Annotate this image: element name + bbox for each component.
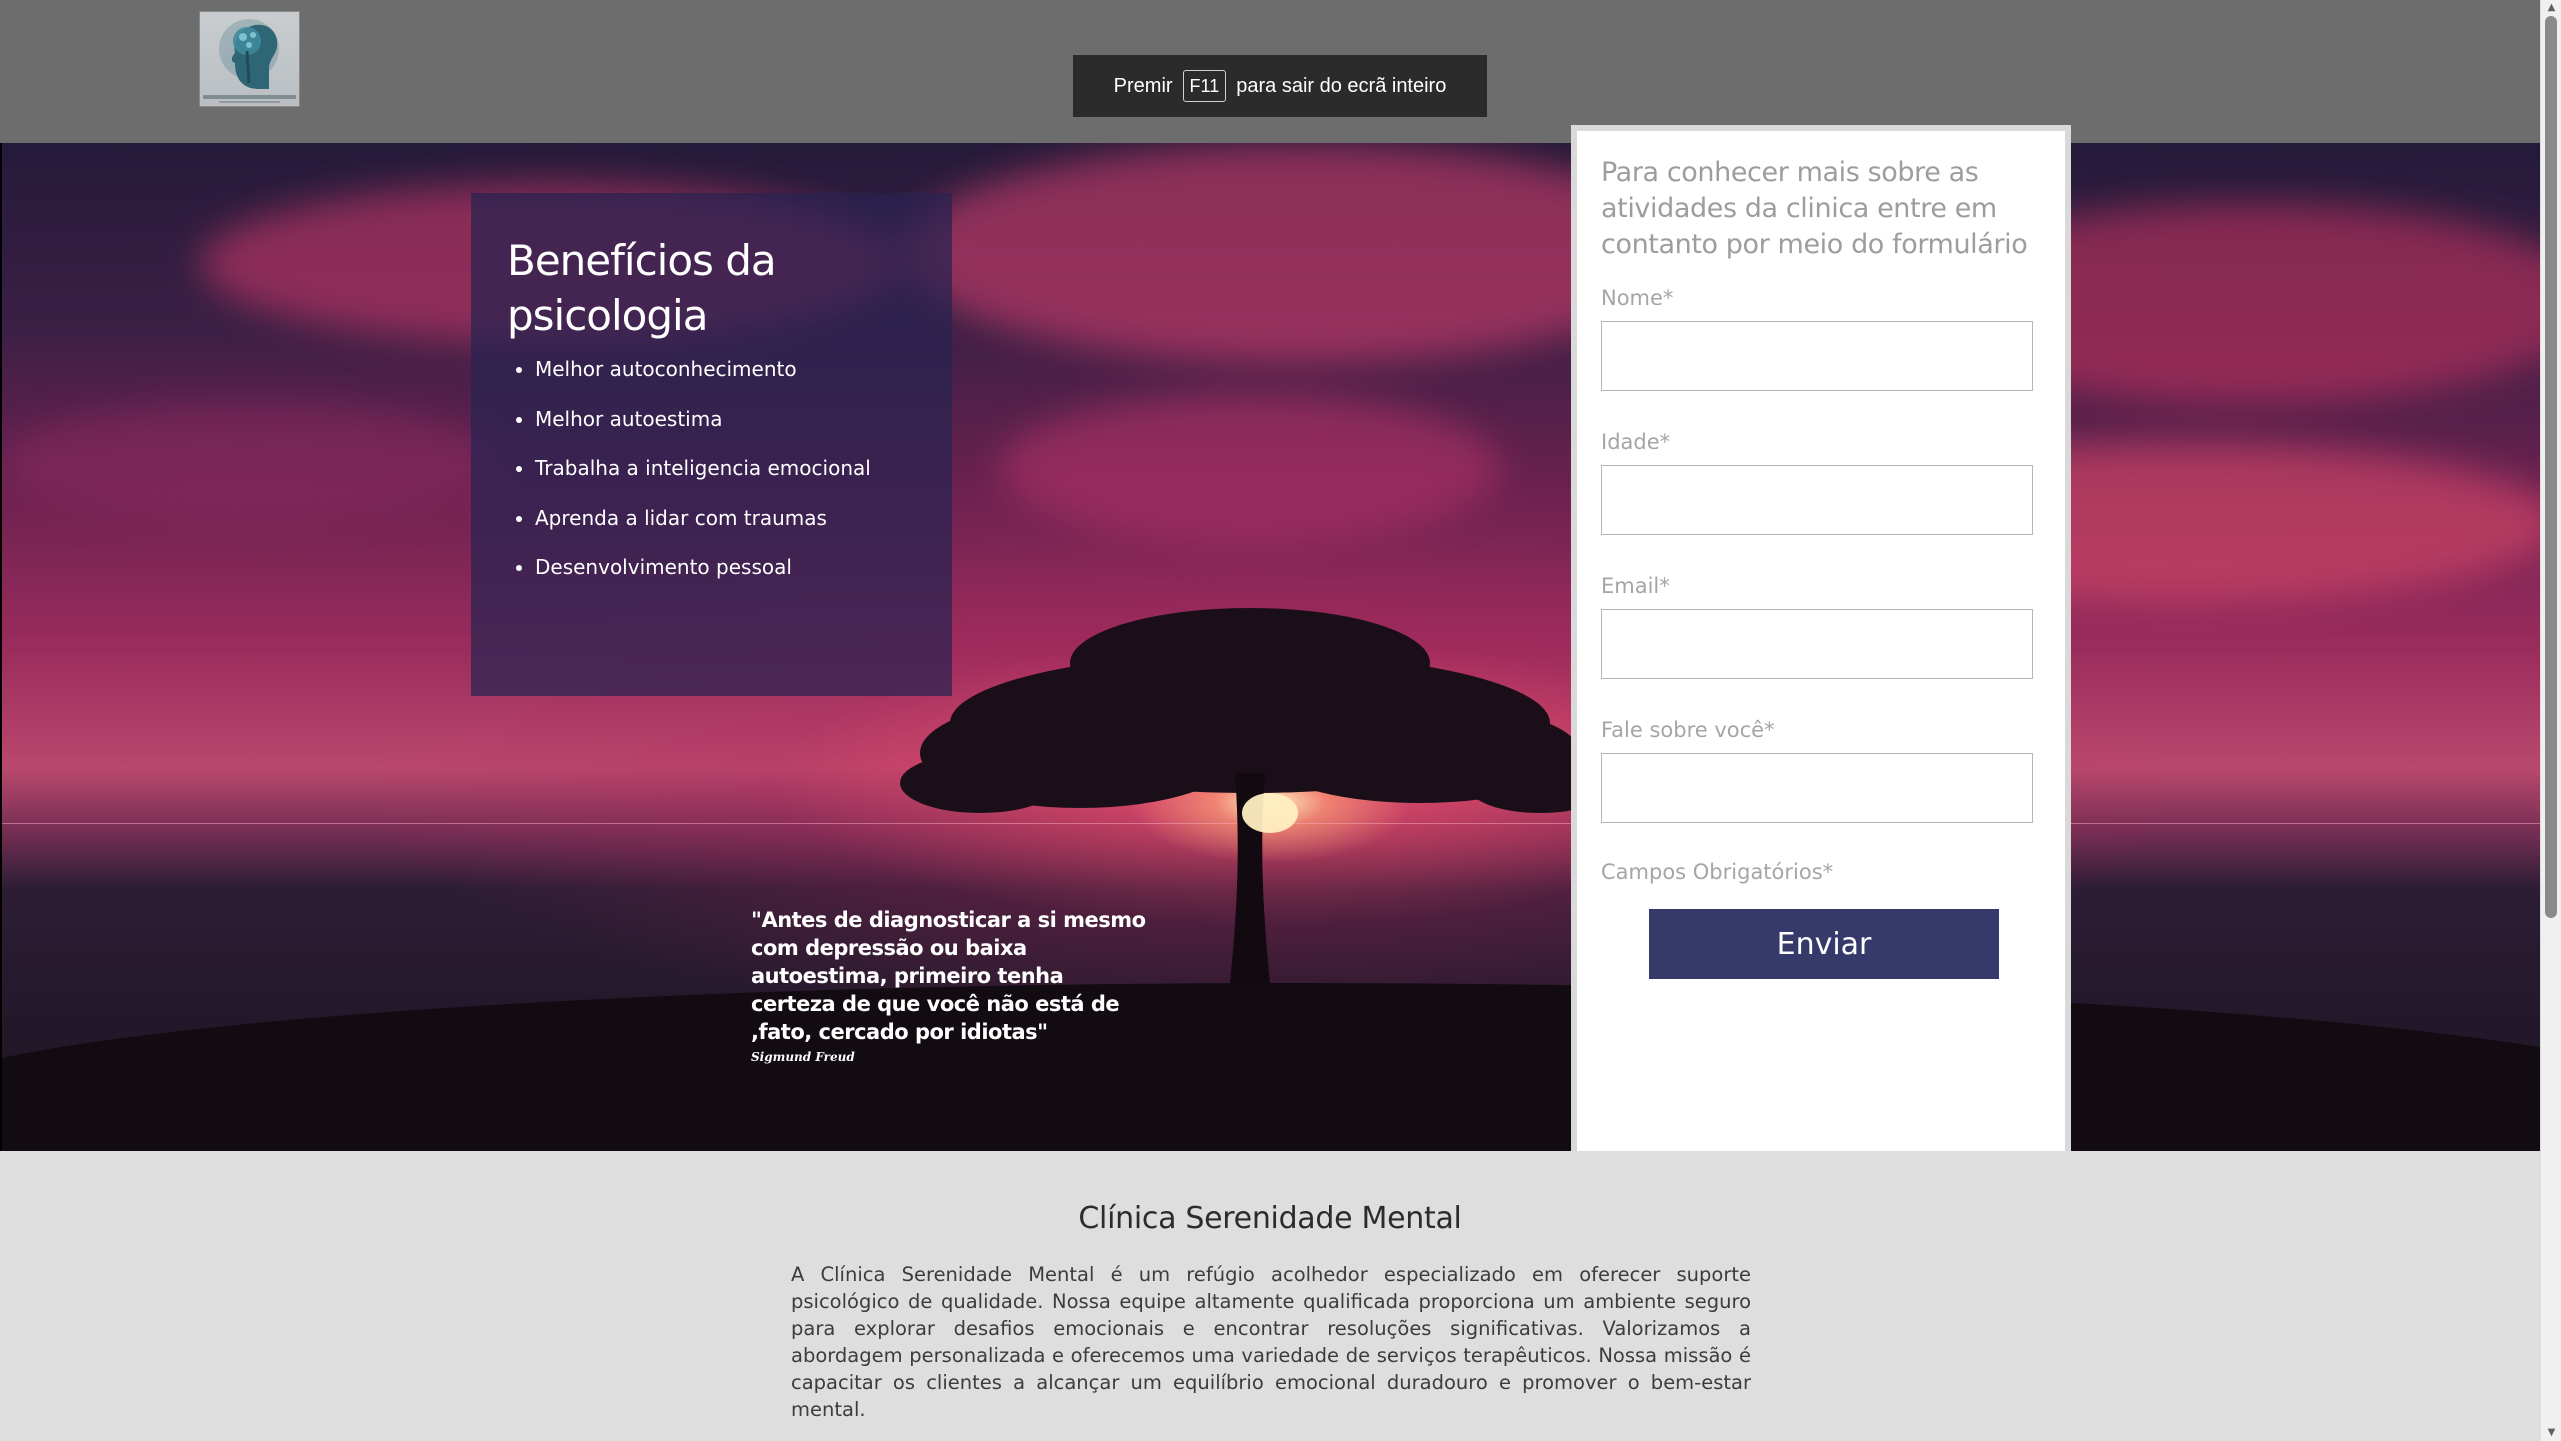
benefits-panel: Benefícios da psicologia Melhor autoconh… [471,193,952,696]
quote-author: Sigmund Freud [751,1050,855,1064]
fullscreen-notice: Premir F11 para sair do ecrã inteiro [1073,55,1487,117]
logo-icon[interactable] [199,11,300,107]
contact-form: Para conhecer mais sobre as atividades d… [1571,125,2071,1169]
page: Benefícios da psicologia Melhor autoconh… [0,0,2561,1441]
vertical-scrollbar[interactable]: ▲ ▼ [2540,0,2561,1441]
scrollbar-thumb[interactable] [2545,16,2557,918]
left-edge-line [0,143,2,1151]
required-fields-note: Campos Obrigatórios* [1601,860,1834,884]
about-you-label: Fale sobre você* [1601,718,1775,742]
about-text: A Clínica Serenidade Mental é um refúgio… [791,1263,1751,1421]
email-input[interactable] [1601,609,2033,679]
name-input[interactable] [1601,321,2033,391]
scroll-down-arrow-icon[interactable]: ▼ [2541,1425,2561,1441]
benefits-list: Melhor autoconhecimento Melhor autoestim… [507,357,916,579]
benefit-item: Melhor autoestima [535,407,916,431]
cloud-shape [1000,393,1500,543]
fullscreen-notice-prefix: Premir [1113,74,1173,97]
benefit-item: Aprenda a lidar com traumas [535,506,916,530]
about-title: Clínica Serenidade Mental [1078,1201,1462,1236]
benefits-title: Benefícios da psicologia [507,236,777,340]
age-label: Idade* [1601,430,1671,454]
benefit-item: Melhor autoconhecimento [535,357,916,381]
cloud-shape [0,403,500,523]
about-you-input[interactable] [1601,753,2033,823]
email-label: Email* [1601,574,1670,598]
quote-block: "Antes de diagnosticar a si mesmo com de… [751,906,1151,1064]
quote-text: "Antes de diagnosticar a si mesmo com de… [751,908,1146,1044]
form-intro: Para conhecer mais sobre as atividades d… [1601,157,2028,260]
name-label: Nome* [1601,286,1674,310]
submit-button[interactable]: Enviar [1649,909,1999,979]
hero-banner [0,143,2540,1151]
scroll-up-arrow-icon[interactable]: ▲ [2541,0,2561,16]
f11-key-badge: F11 [1182,70,1227,102]
benefit-item: Trabalha a inteligencia emocional [535,456,916,480]
about-section: Clínica Serenidade Mental A Clínica Sere… [0,1151,2540,1441]
age-input[interactable] [1601,465,2033,535]
benefit-item: Desenvolvimento pessoal [535,555,916,579]
hill-silhouette [0,983,2540,1151]
fullscreen-notice-suffix: para sair do ecrã inteiro [1236,74,1447,97]
